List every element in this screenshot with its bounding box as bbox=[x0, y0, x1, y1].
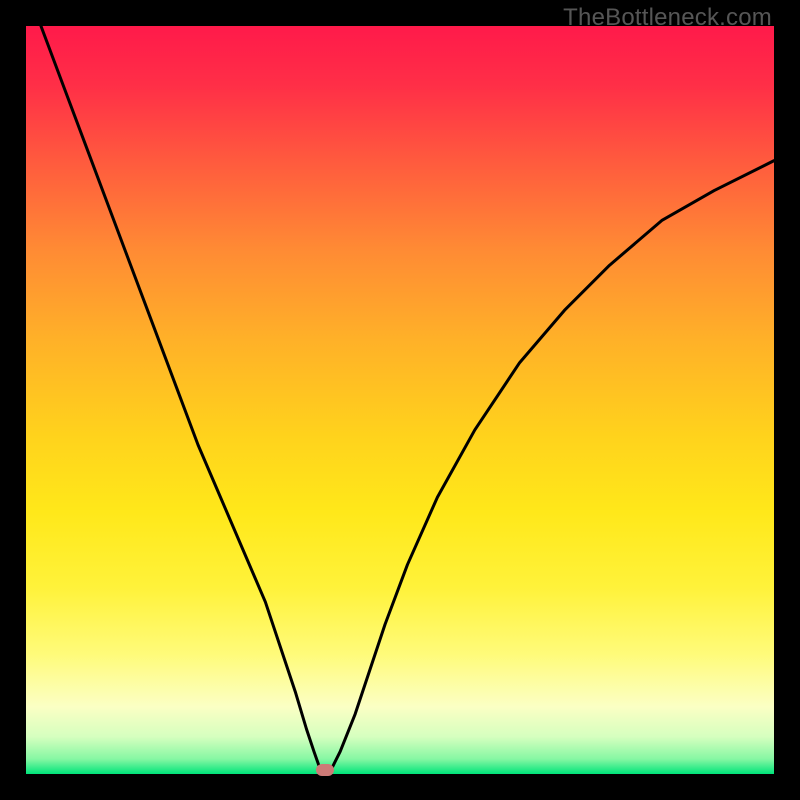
bottleneck-curve bbox=[26, 26, 774, 774]
chart-frame: TheBottleneck.com bbox=[0, 0, 800, 800]
plot-area bbox=[26, 26, 774, 774]
current-point-marker bbox=[316, 764, 334, 776]
